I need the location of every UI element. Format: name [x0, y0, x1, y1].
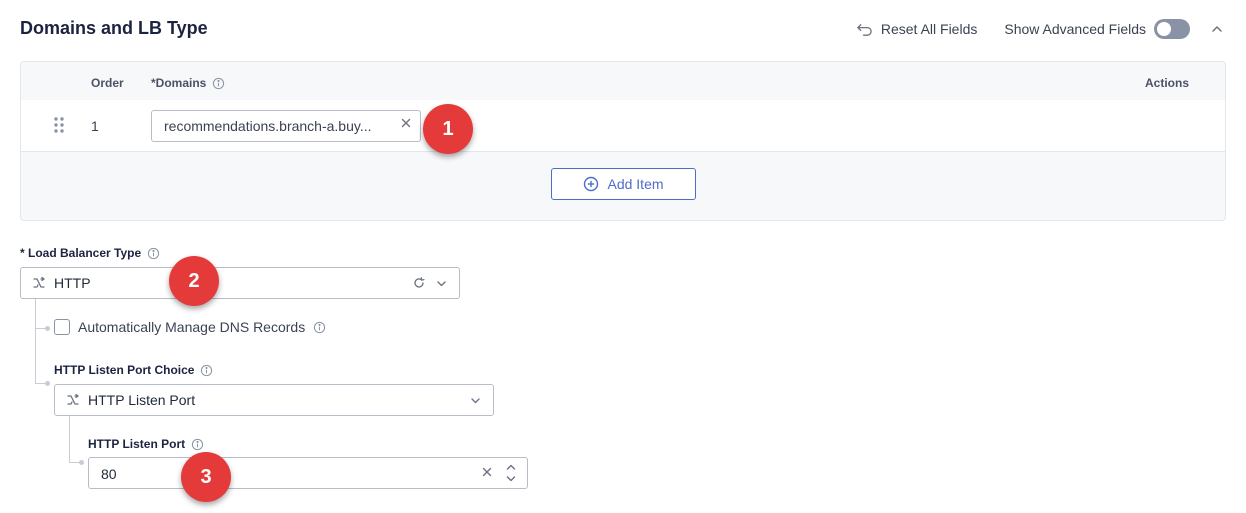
domains-column-header: *Domains	[151, 76, 225, 90]
dns-checkbox-label: Automatically Manage DNS Records	[78, 319, 306, 335]
header-actions: Reset All Fields Show Advanced Fields	[856, 17, 1224, 41]
undo-arrow-icon	[857, 23, 872, 36]
info-icon	[192, 438, 204, 450]
drag-handle-icon[interactable]	[53, 116, 65, 134]
listen-port-label: HTTP Listen Port	[88, 437, 186, 451]
lb-type-label-group: * Load Balancer Type	[20, 246, 160, 260]
chevron-up-icon[interactable]	[1210, 22, 1224, 36]
info-icon	[201, 364, 213, 376]
domain-input[interactable]: recommendations.branch-a.buy...	[151, 110, 421, 142]
info-icon	[314, 321, 326, 333]
tree-node	[79, 460, 84, 465]
add-item-button[interactable]: Add Item	[551, 168, 696, 200]
info-icon	[148, 247, 160, 259]
listen-port-input[interactable]: 80	[88, 457, 528, 489]
branch-icon	[33, 276, 45, 288]
close-icon[interactable]	[482, 467, 492, 477]
actions-column-header: Actions	[1145, 76, 1190, 90]
domains-table: Order *Domains Actions 1 recommendations…	[20, 61, 1226, 221]
advanced-fields-toggle[interactable]	[1154, 19, 1190, 39]
lb-type-value: HTTP	[54, 275, 91, 291]
add-item-label: Add Item	[607, 176, 664, 192]
branch-icon	[67, 393, 79, 405]
lb-type-label: * Load Balancer Type	[20, 246, 142, 260]
reset-all-fields-label: Reset All Fields	[880, 21, 978, 37]
tree-node	[45, 326, 50, 331]
listen-port-label-group: HTTP Listen Port	[88, 437, 204, 451]
toggle-knob	[1157, 22, 1171, 36]
advanced-fields-label: Show Advanced Fields	[1004, 21, 1146, 37]
lb-type-select[interactable]: HTTP	[20, 267, 460, 299]
dns-checkbox-row: Automatically Manage DNS Records	[54, 319, 326, 335]
listen-port-choice-select[interactable]: HTTP Listen Port	[54, 384, 494, 416]
listen-port-choice-label: HTTP Listen Port Choice	[54, 363, 195, 377]
plus-circle-icon	[584, 176, 599, 192]
chevron-down-icon[interactable]	[470, 395, 481, 406]
tree-connector	[35, 299, 36, 383]
order-column-header: Order	[91, 76, 124, 90]
listen-port-choice-value: HTTP Listen Port	[88, 392, 196, 408]
info-icon	[213, 77, 225, 89]
table-row: 1 recommendations.branch-a.buy...	[21, 100, 1225, 152]
stepper-icon[interactable]	[505, 462, 517, 484]
close-icon[interactable]	[401, 118, 411, 128]
dns-checkbox[interactable]	[54, 319, 70, 335]
tree-connector	[69, 415, 70, 462]
refresh-icon[interactable]	[413, 277, 425, 289]
tree-node	[45, 381, 50, 386]
advanced-fields-toggle-group: Show Advanced Fields	[1004, 19, 1190, 39]
section-title: Domains and LB Type	[20, 18, 208, 38]
row-order: 1	[91, 118, 99, 134]
callout-badge-1: 1	[423, 104, 473, 154]
callout-badge-2: 2	[169, 256, 219, 306]
domains-column-label: *Domains	[151, 76, 207, 90]
listen-port-choice-label-group: HTTP Listen Port Choice	[54, 363, 213, 377]
callout-badge-3: 3	[181, 452, 231, 502]
reset-all-fields-button[interactable]: Reset All Fields	[856, 21, 977, 38]
chevron-down-icon[interactable]	[436, 278, 447, 289]
